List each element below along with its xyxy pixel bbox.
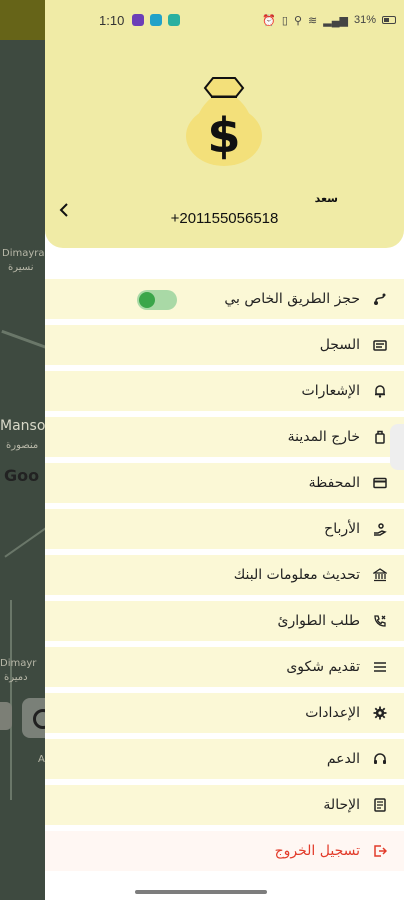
user-phone: +201155056518 bbox=[170, 210, 279, 227]
signal-icon: ▂▄▆ bbox=[323, 14, 348, 27]
app-notification-icon bbox=[150, 14, 163, 26]
menu-item-complaint[interactable]: تقديم شكوى bbox=[45, 647, 404, 687]
menu-item-label: تسجيل الخروج bbox=[274, 843, 360, 859]
earnings-icon bbox=[370, 519, 390, 539]
vibrate-icon: ▯ bbox=[281, 14, 288, 27]
map-label: دميرة bbox=[4, 672, 28, 683]
menu-item-label: الإشعارات bbox=[301, 383, 360, 399]
menu-item-referral[interactable]: الإحالة bbox=[45, 785, 404, 825]
menu-item-logout[interactable]: تسجيل الخروج bbox=[45, 831, 404, 871]
menu-item-notifications[interactable]: الإشعارات bbox=[45, 371, 404, 411]
drawer-scroll-handle[interactable] bbox=[390, 424, 404, 470]
wifi-icon: ≋ bbox=[308, 14, 318, 27]
alarm-icon: ⏰ bbox=[262, 14, 276, 27]
menu-item-label: الأرباح bbox=[324, 521, 360, 537]
menu-item-label: تقديم شكوى bbox=[286, 659, 360, 675]
drawer-menu: حجز الطريق الخاص بي السجل الإشعارات خارج… bbox=[45, 279, 404, 877]
route-icon bbox=[370, 289, 390, 309]
menu-item-wallet[interactable]: المحفظة bbox=[45, 463, 404, 503]
menu-item-label: الدعم bbox=[326, 751, 360, 767]
menu-item-emergency[interactable]: طلب الطوارئ bbox=[45, 601, 404, 641]
status-indicators: ⏰ ▯ ⚲ ≋ ▂▄▆ 31% bbox=[262, 14, 396, 27]
emergency-phone-icon bbox=[370, 611, 390, 631]
menu-item-my-route[interactable]: حجز الطريق الخاص بي bbox=[45, 279, 404, 319]
map-side-handle[interactable] bbox=[0, 702, 12, 730]
map-label: Dimayr bbox=[0, 658, 37, 669]
map-label: Dimayra bbox=[2, 248, 45, 259]
menu-item-label: الإحالة bbox=[323, 797, 360, 813]
menu-item-label: تحديث معلومات البنك bbox=[233, 567, 360, 583]
menu-item-label: السجل bbox=[319, 337, 360, 353]
user-name: سعد bbox=[314, 192, 338, 205]
menu-item-label: طلب الطوارئ bbox=[277, 613, 360, 629]
logout-icon bbox=[370, 841, 390, 861]
battery-percent: 31% bbox=[353, 14, 376, 26]
headset-icon bbox=[370, 749, 390, 769]
referral-icon bbox=[370, 795, 390, 815]
svg-text:$: $ bbox=[207, 108, 240, 164]
money-bag-dollar-icon: $ bbox=[186, 77, 262, 166]
menu-item-bank-info[interactable]: تحديث معلومات البنك bbox=[45, 555, 404, 595]
app-notification-icon bbox=[168, 14, 181, 26]
menu-item-label: الإعدادات bbox=[305, 705, 360, 721]
menu-item-support[interactable]: الدعم bbox=[45, 739, 404, 779]
history-icon bbox=[370, 335, 390, 355]
bank-icon bbox=[370, 565, 390, 585]
menu-item-history[interactable]: السجل bbox=[45, 325, 404, 365]
location-icon: ⚲ bbox=[293, 14, 303, 27]
map-road bbox=[10, 600, 12, 800]
map-label: نسيرة bbox=[8, 262, 34, 273]
status-bar: 1:10 ⏰ ▯ ⚲ ≋ ▂▄▆ 31% bbox=[45, 0, 404, 40]
navigation-drawer: $ سعد +201155056518 1:10 ⏰ ▯ ⚲ ≋ ▂▄▆ 31%… bbox=[45, 0, 404, 900]
map-label: A bbox=[38, 754, 45, 765]
menu-item-label: حجز الطريق الخاص بي bbox=[224, 291, 360, 307]
battery-icon bbox=[382, 16, 396, 24]
menu-item-label: خارج المدينة bbox=[287, 429, 360, 445]
map-label: منصورة bbox=[6, 440, 39, 451]
status-time: 1:10 bbox=[99, 12, 125, 28]
menu-item-label: المحفظة bbox=[308, 475, 360, 491]
luggage-icon bbox=[370, 427, 390, 447]
menu-item-out-of-city[interactable]: خارج المدينة bbox=[45, 417, 404, 457]
wallet-card-icon bbox=[370, 473, 390, 493]
menu-item-settings[interactable]: الإعدادات bbox=[45, 693, 404, 733]
complaint-list-icon bbox=[370, 657, 390, 677]
gear-icon bbox=[370, 703, 390, 723]
app-notification-icon bbox=[132, 14, 145, 26]
my-route-toggle[interactable] bbox=[137, 290, 177, 310]
menu-item-earnings[interactable]: الأرباح bbox=[45, 509, 404, 549]
google-logo: Goo bbox=[4, 466, 40, 485]
bell-icon bbox=[370, 381, 390, 401]
home-indicator[interactable] bbox=[135, 890, 267, 894]
map-label: Manso bbox=[0, 418, 46, 434]
map-road bbox=[4, 524, 51, 558]
